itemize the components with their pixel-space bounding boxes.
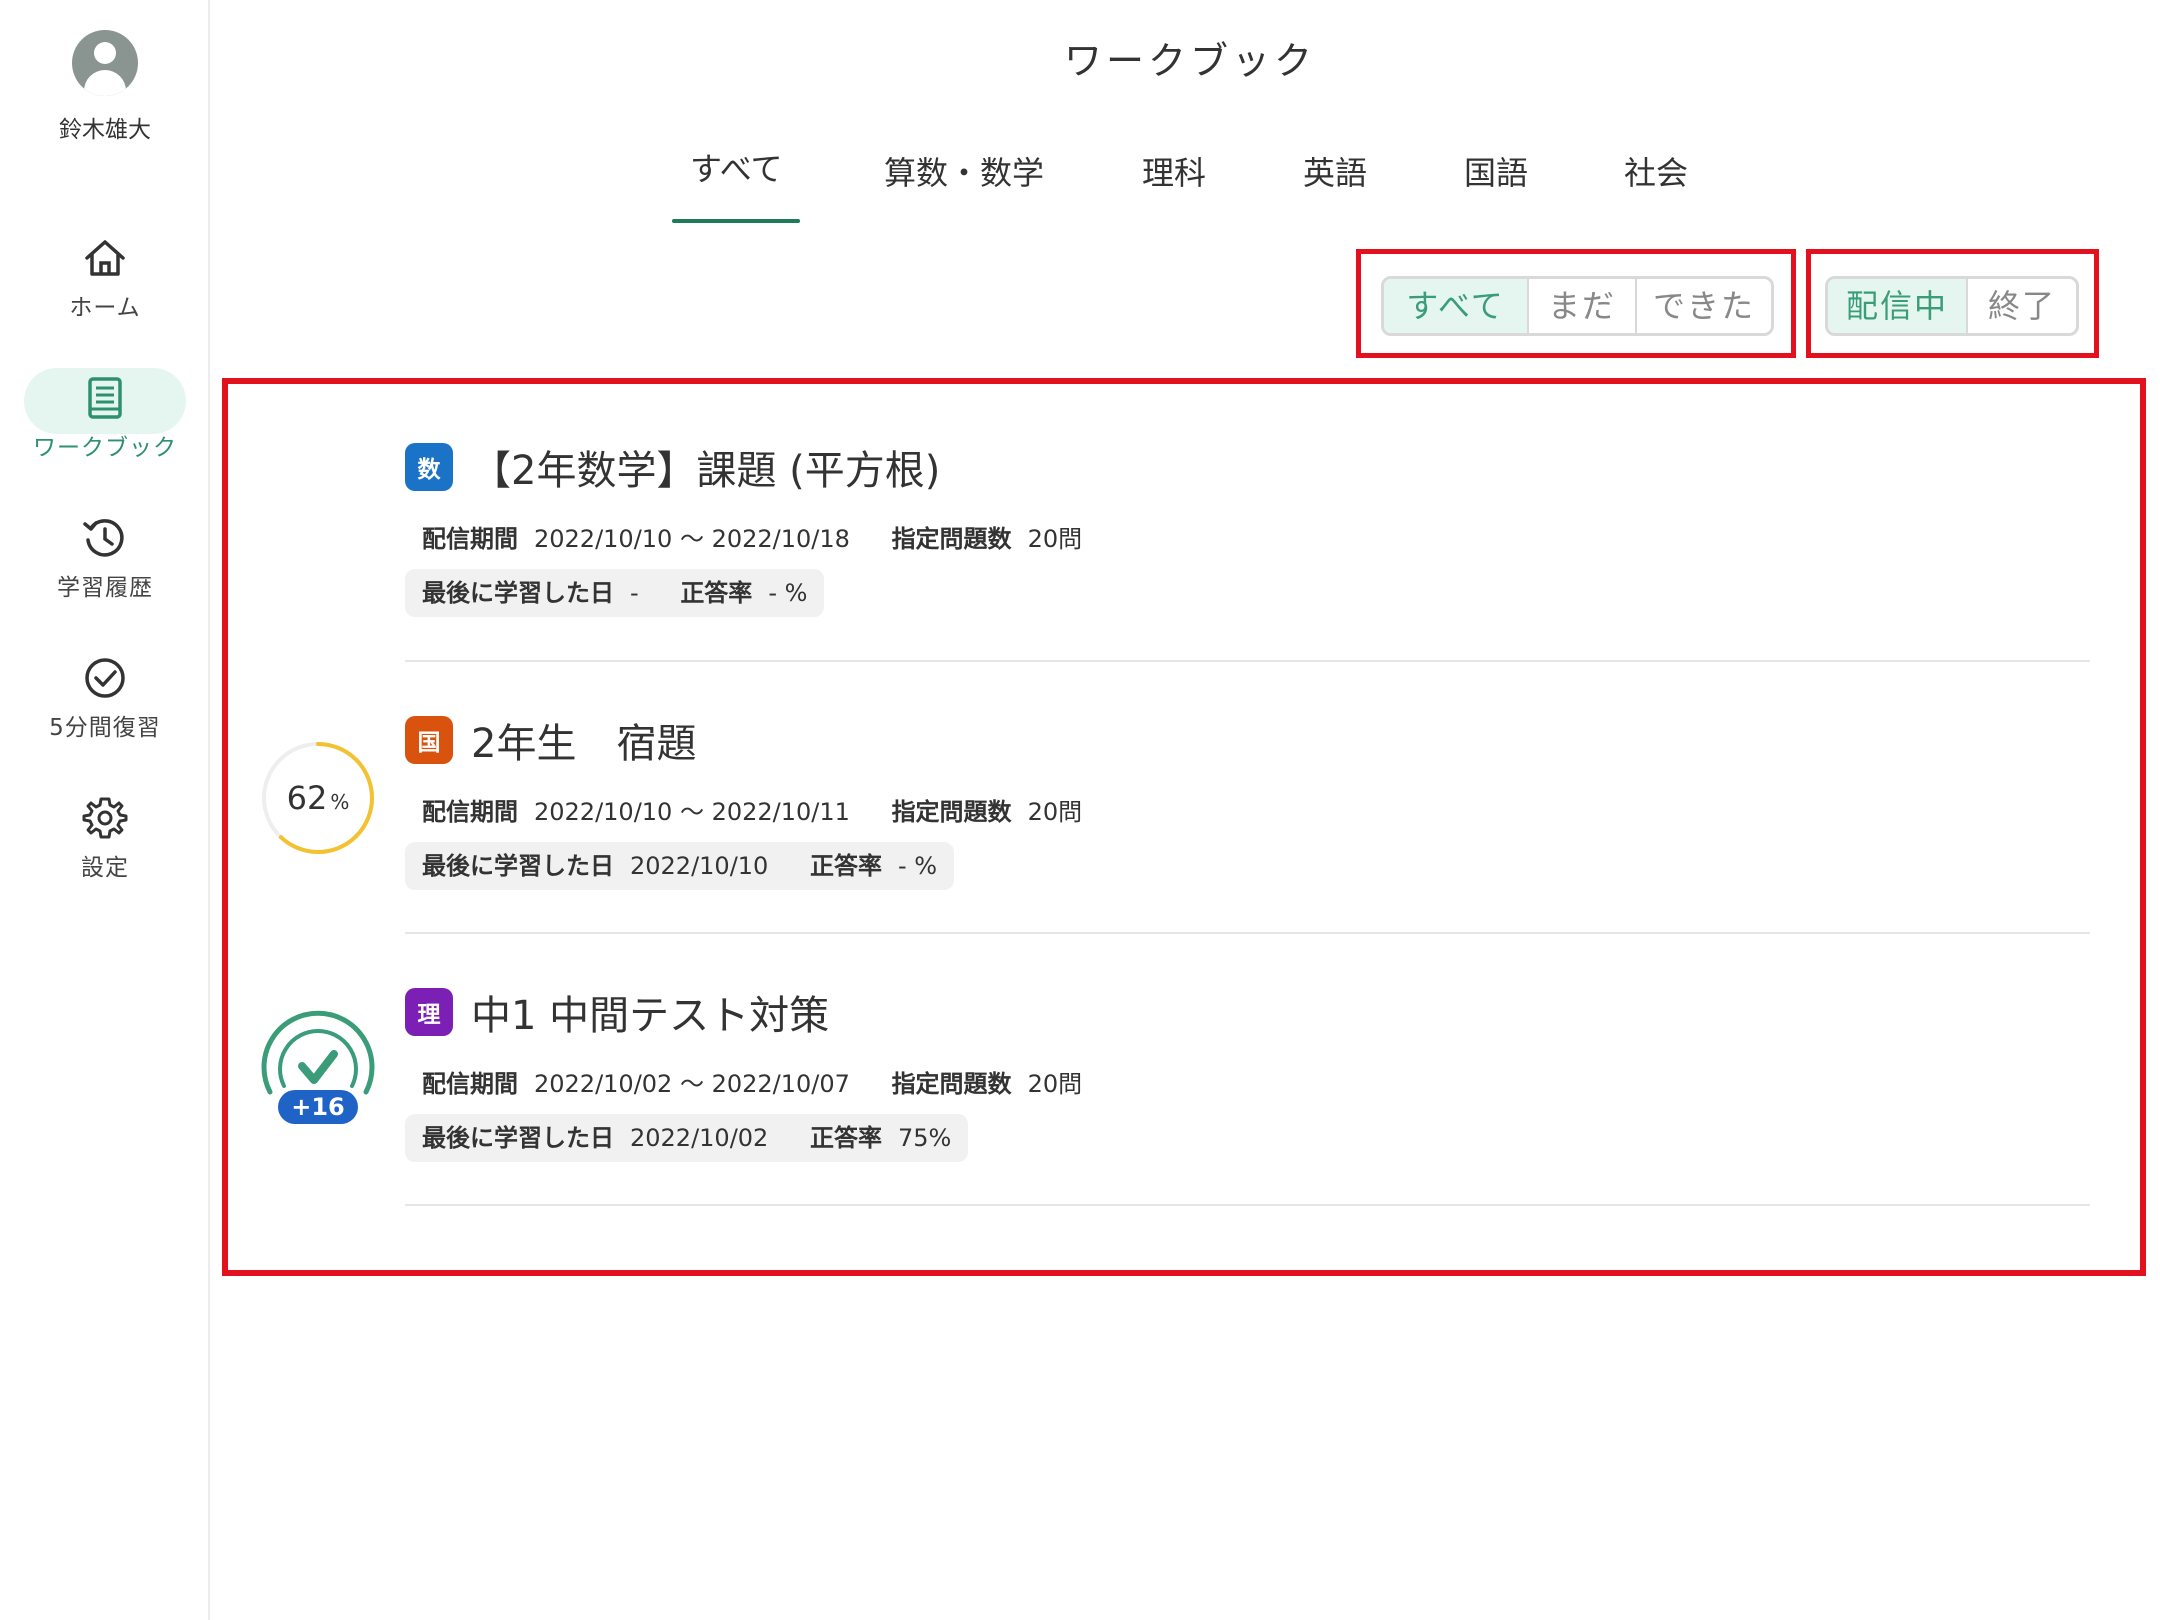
progress-unit: % <box>330 790 350 814</box>
workbook-title: 【2年数学】課題 (平方根) <box>471 448 941 494</box>
delivery-filter: 配信中 終了 <box>1825 276 2079 336</box>
page-title: ワークブック <box>1063 39 1316 83</box>
delivery-period: 2022/10/02 〜 2022/10/07 <box>534 1070 850 1098</box>
progress-value: 62 <box>286 779 328 817</box>
divider <box>405 660 2090 662</box>
accuracy-rate: 75% <box>897 1124 952 1152</box>
last-studied-date: 2022/10/02 <box>630 1124 769 1152</box>
user-profile[interactable]: 鈴木雄大 <box>0 30 210 144</box>
progress-ring: 62% <box>260 740 376 856</box>
filter-done-button[interactable]: できた <box>1637 279 1771 333</box>
tab-english[interactable]: 英語 <box>1303 148 1367 194</box>
delivery-period: 2022/10/10 〜 2022/10/18 <box>534 525 850 553</box>
sidebar-item-label: 5分間復習 <box>49 715 161 741</box>
delivery-period: 2022/10/10 〜 2022/10/11 <box>534 798 850 826</box>
check-circle-icon <box>85 658 125 698</box>
workbook-stats: 最後に学習した日 2022/10/02 正答率 75% <box>405 1114 969 1162</box>
question-count: 20問 <box>1027 1070 1083 1098</box>
subject-badge: 数 <box>405 443 453 491</box>
filter-not-done-button[interactable]: まだ <box>1529 279 1637 333</box>
history-icon <box>83 519 124 557</box>
list-item[interactable]: 理 中1 中間テスト対策 配信期間 2022/10/02 〜 2022/10/07… <box>405 986 2090 1206</box>
question-count: 20問 <box>1027 798 1083 826</box>
sidebar-item-home[interactable]: ホーム <box>24 222 186 332</box>
delivery-filter-highlight: 配信中 終了 <box>1806 249 2099 358</box>
user-name: 鈴木雄大 <box>59 117 151 143</box>
filter-ended-button[interactable]: 終了 <box>1968 279 2076 333</box>
tab-all[interactable]: すべて <box>690 144 782 190</box>
avatar <box>72 30 138 96</box>
sidebar: 鈴木雄大 ホーム ワークブック 学習履歴 5分間復習 設定 <box>0 0 210 1620</box>
sidebar-item-settings[interactable]: 設定 <box>24 782 186 892</box>
subject-badge: 国 <box>405 716 453 764</box>
divider <box>405 1204 2090 1206</box>
workbook-title: 2年生 宿題 <box>471 721 697 767</box>
tab-social[interactable]: 社会 <box>1624 148 1688 194</box>
accuracy-rate: - % <box>897 852 938 880</box>
filter-active-button[interactable]: 配信中 <box>1828 279 1968 333</box>
sidebar-item-history[interactable]: 学習履歴 <box>24 502 186 612</box>
filter-all-button[interactable]: すべて <box>1384 279 1529 333</box>
tab-math[interactable]: 算数・数学 <box>884 148 1044 194</box>
tab-science[interactable]: 理科 <box>1142 148 1206 194</box>
question-count: 20問 <box>1027 525 1083 553</box>
sidebar-item-review[interactable]: 5分間復習 <box>24 642 186 752</box>
list-item[interactable]: 国 2年生 宿題 配信期間 2022/10/10 〜 2022/10/11 指定問… <box>405 714 2090 934</box>
sidebar-item-label: ワークブック <box>33 435 177 461</box>
last-studied-date: 2022/10/10 <box>630 852 769 880</box>
gear-icon <box>82 797 128 839</box>
workbook-meta: 配信期間 2022/10/10 〜 2022/10/18 指定問題数 20問 <box>422 525 1083 553</box>
subject-badge: 理 <box>405 988 453 1036</box>
workbook-stats: 最後に学習した日 2022/10/10 正答率 - % <box>405 842 955 890</box>
workbook-title: 中1 中間テスト対策 <box>471 993 830 1039</box>
sidebar-item-workbook[interactable]: ワークブック <box>24 362 186 472</box>
sidebar-item-label: 設定 <box>81 855 129 881</box>
sidebar-item-label: 学習履歴 <box>57 575 153 601</box>
status-filter-highlight: すべて まだ できた <box>1356 249 1796 358</box>
status-filter: すべて まだ できた <box>1381 276 1774 336</box>
list-item[interactable]: 数 【2年数学】課題 (平方根) 配信期間 2022/10/10 〜 2022/1… <box>405 441 2090 661</box>
tab-active-indicator <box>672 219 800 223</box>
last-studied-date: - <box>630 579 639 607</box>
book-icon <box>88 377 122 419</box>
accuracy-rate: - % <box>768 579 808 607</box>
sidebar-item-label: ホーム <box>69 295 141 321</box>
home-icon <box>85 240 125 276</box>
divider <box>405 932 2090 934</box>
tab-japanese[interactable]: 国語 <box>1464 148 1528 194</box>
workbook-stats: 最後に学習した日 - 正答率 - % <box>405 569 825 617</box>
bonus-points: +16 <box>291 1093 345 1121</box>
completed-badge: +16 <box>258 1010 378 1130</box>
workbook-meta: 配信期間 2022/10/10 〜 2022/10/11 指定問題数 20問 <box>422 798 1083 826</box>
workbook-meta: 配信期間 2022/10/02 〜 2022/10/07 指定問題数 20問 <box>422 1070 1083 1098</box>
